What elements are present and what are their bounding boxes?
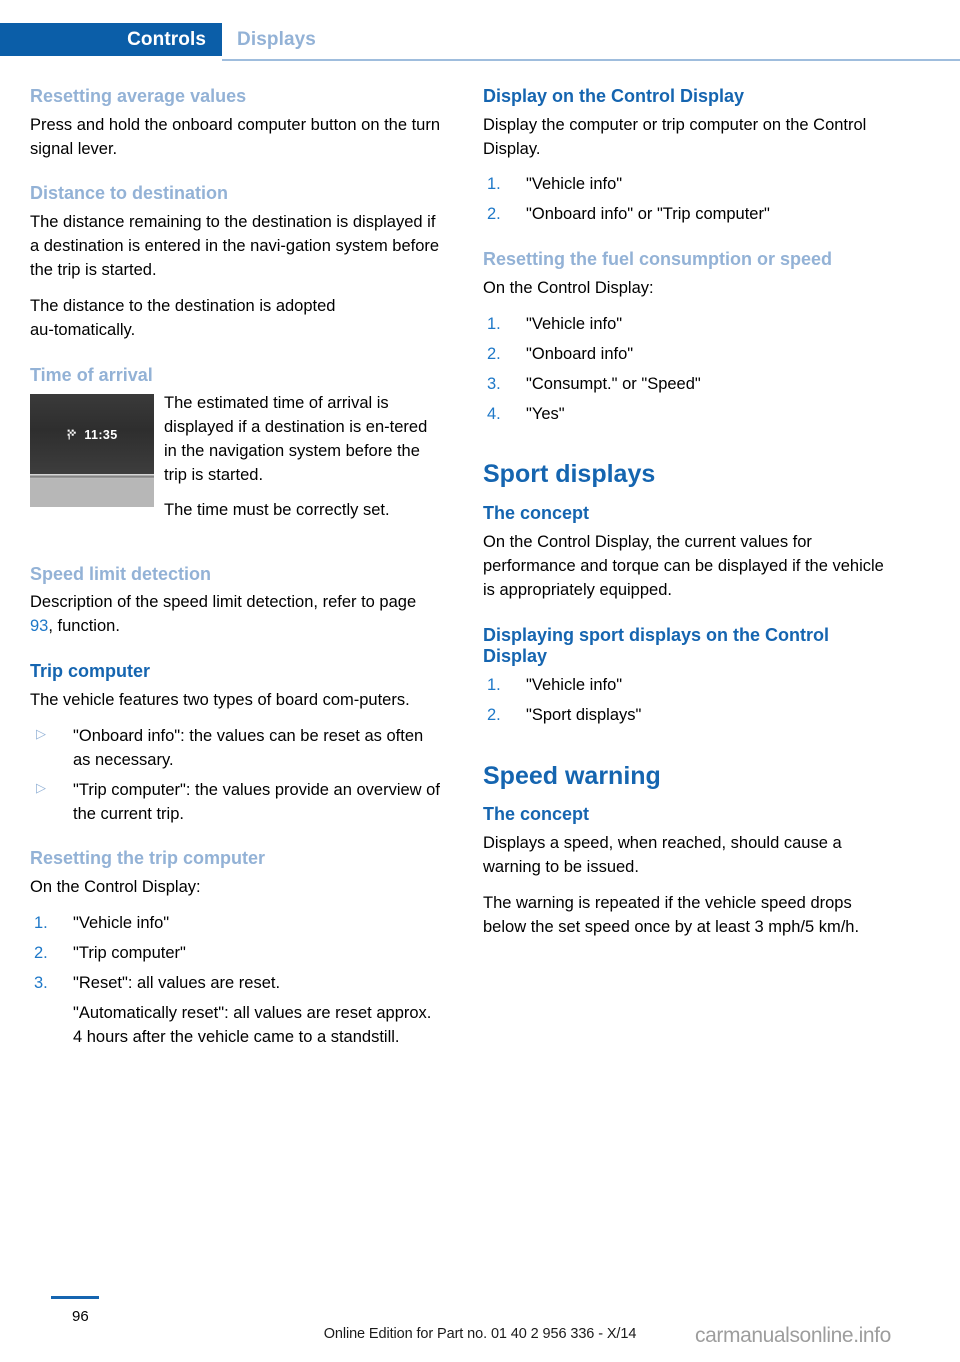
paragraph-speed-warning-1: Displays a speed, when reached, should c… — [483, 833, 842, 876]
heading-displaying-sport-displays: Displaying sport displays on the Control… — [483, 624, 830, 667]
figure-caption-text: The estimated time of arrival is display… — [164, 392, 442, 523]
list-resetting-fuel-steps: 1. "Vehicle info" 2. "Onboard info" 3. "… — [483, 313, 895, 427]
instrument-display-graphic: 11:35 — [30, 394, 154, 475]
tab-controls-label: Controls — [127, 29, 206, 50]
step-number: 4. — [487, 404, 501, 423]
list-item: 1. "Vehicle info" — [483, 313, 895, 337]
list-item-text: "Trip computer": the values provide an o… — [73, 780, 440, 823]
list-resetting-trip-computer-steps: 1. "Vehicle info" 2. "Trip computer" 3. … — [30, 912, 442, 1050]
list-item-text: "Reset": all values are reset. — [73, 973, 281, 992]
display-base — [30, 479, 154, 508]
heading-resetting-average-values: Resetting average values — [30, 86, 247, 106]
list-item: ▷ "Trip computer": the values provide an… — [30, 779, 442, 827]
list-item-text: "Sport displays" — [526, 705, 642, 724]
step-number: 3. — [487, 374, 501, 393]
list-item-text: "Vehicle info" — [526, 314, 623, 333]
list-item-text: "Onboard info" — [526, 344, 634, 363]
paragraph-on-control-display-left: On the Control Display: — [30, 878, 201, 897]
list-display-steps: 1. "Vehicle info" 2. "Onboard info" or "… — [483, 173, 895, 227]
paragraph-time-of-arrival-1: The estimated time of arrival is display… — [164, 394, 428, 484]
list-item: 3. "Consumpt." or "Speed" — [483, 373, 895, 397]
speed-limit-text-after: , function. — [48, 617, 120, 636]
list-board-computer-types: ▷ "Onboard info": the values can be rese… — [30, 725, 442, 827]
paragraph-trip-computer: The vehicle features two types of board … — [30, 690, 410, 709]
page-footer: 96 Online Edition for Part no. 01 40 2 9… — [0, 1282, 960, 1362]
list-item: ▷ "Onboard info": the values can be rese… — [30, 725, 442, 773]
arrival-time-value: 11:35 — [84, 428, 118, 443]
page-number: 96 — [72, 1308, 89, 1325]
left-column: Resetting average values Press and hold … — [30, 86, 442, 1062]
figure-image: 11:35 — [30, 394, 154, 508]
heading-resetting-the-trip-computer: Resetting the trip computer — [30, 848, 266, 869]
list-item-text: "Vehicle info" — [526, 675, 623, 694]
heading-time-of-arrival: Time of arrival — [30, 364, 153, 385]
list-item-text: "Vehicle info" — [73, 914, 170, 932]
list-item: 3. "Reset": all values are reset. "Autom… — [30, 972, 442, 1050]
footer-divider — [51, 1296, 99, 1299]
speed-limit-text-before: Description of the speed limit detection… — [30, 593, 417, 612]
list-item: 1. "Vehicle info" — [30, 912, 442, 936]
list-item-text: "Trip computer" — [73, 943, 186, 962]
list-item: 1. "Vehicle info" — [483, 173, 895, 197]
heading-trip-computer: Trip computer — [30, 661, 151, 682]
step-number: 2. — [487, 705, 501, 724]
paragraph-time-of-arrival-2: The time must be correctly set. — [164, 500, 390, 519]
step-number: 2. — [487, 205, 501, 224]
list-item: 2. "Trip computer" — [30, 942, 442, 966]
list-item: 2. "Onboard info" — [483, 343, 895, 367]
paragraph-speed-limit-detection: Description of the speed limit detection… — [30, 591, 442, 639]
step-number: 1. — [34, 914, 48, 932]
list-item: 2. "Sport displays" — [483, 704, 895, 728]
header-divider — [222, 59, 960, 61]
page-header: Controls Displays — [0, 0, 960, 68]
list-item-text: "Vehicle info" — [526, 175, 623, 194]
watermark-text: carmanualsonline.info — [695, 1324, 891, 1347]
triangle-bullet-icon: ▷ — [36, 725, 46, 741]
list-sport-display-steps: 1. "Vehicle info" 2. "Sport displays" — [483, 674, 895, 728]
step-number: 2. — [34, 943, 48, 962]
list-item-text: "Consumpt." or "Speed" — [526, 374, 701, 393]
paragraph-sport-concept: On the Control Display, the current valu… — [483, 532, 884, 599]
heading-distance-to-destination: Distance to destination — [30, 183, 229, 204]
paragraph-on-control-display-right: On the Control Display: — [483, 278, 654, 297]
list-item-text: "Yes" — [526, 404, 565, 423]
paragraph-speed-warning-2: The warning is repeated if the vehicle s… — [483, 893, 860, 936]
step-number: 1. — [487, 314, 501, 333]
figure-time-of-arrival: 11:35 The estimated time of arrival is d… — [30, 392, 442, 534]
triangle-bullet-icon: ▷ — [36, 779, 46, 795]
paragraph-distance-2: The distance to the destination is adopt… — [30, 296, 336, 339]
paragraph-display-on-control-display: Display the computer or trip computer on… — [483, 115, 867, 158]
paragraph-distance-1: The distance remaining to the destinatio… — [30, 213, 440, 279]
heading-speed-limit-detection: Speed limit detection — [30, 563, 212, 584]
list-item: 4. "Yes" — [483, 403, 895, 427]
list-item: 2. "Onboard info" or "Trip computer" — [483, 203, 895, 227]
step-number: 1. — [487, 175, 501, 194]
heading-display-on-the-control-display: Display on the Control Display — [483, 86, 745, 106]
heading-the-concept-sport: The concept — [483, 503, 590, 524]
tab-controls[interactable]: Controls — [0, 23, 222, 56]
heading-resetting-fuel-consumption-or-speed: Resetting the fuel consumption or speed — [483, 249, 833, 270]
checkered-flag-icon — [66, 428, 79, 444]
heading-the-concept-speed-warning: The concept — [483, 804, 590, 825]
step-number: 2. — [487, 344, 501, 363]
list-item-text: "Onboard info": the values can be reset … — [73, 726, 424, 769]
paragraph-resetting-average-values: Press and hold the onboard computer butt… — [30, 115, 441, 158]
right-column: Display on the Control Display Display t… — [483, 86, 895, 952]
tab-displays[interactable]: Displays — [237, 29, 316, 51]
list-item: 1. "Vehicle info" — [483, 674, 895, 698]
section-title-sport-displays: Sport displays — [483, 460, 656, 489]
list-item-text: "Onboard info" or "Trip computer" — [526, 205, 770, 224]
step-number: 3. — [34, 973, 48, 992]
list-item-continuation: "Automatically reset": all values are re… — [73, 1003, 432, 1046]
step-number: 1. — [487, 675, 501, 694]
display-readout: 11:35 — [30, 428, 154, 444]
section-title-speed-warning: Speed warning — [483, 761, 661, 790]
page-reference-link[interactable]: 93 — [30, 617, 48, 635]
